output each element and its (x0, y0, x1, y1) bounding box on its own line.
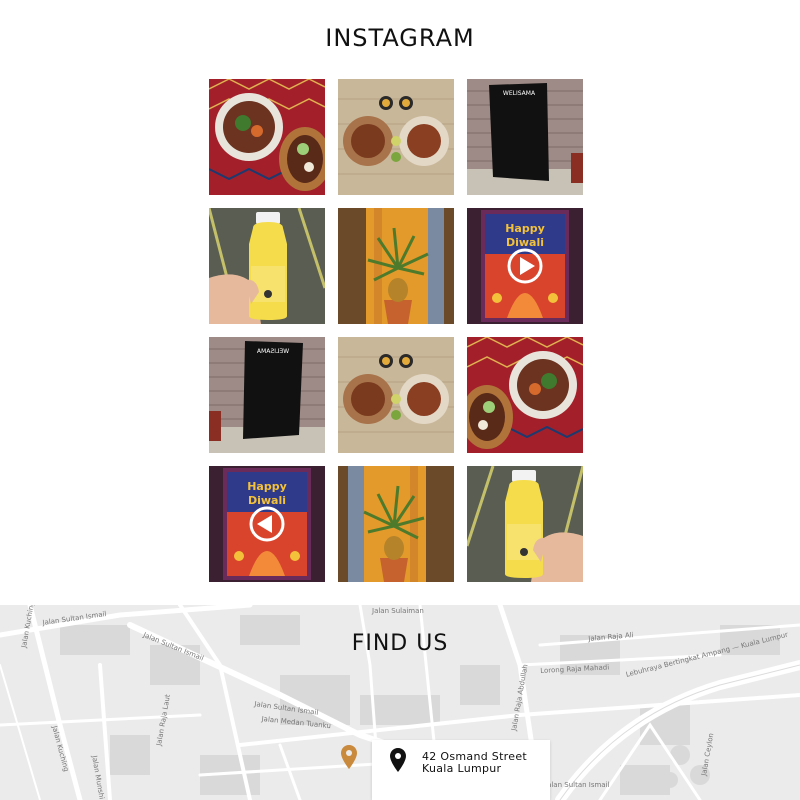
photo-two-bowls (338, 337, 454, 453)
map-pin-icon (390, 748, 406, 772)
instagram-photo[interactable] (338, 79, 454, 195)
street-label: Jalan Sultan Ismail (545, 781, 610, 789)
location-marker-icon[interactable] (341, 745, 357, 769)
photo-pineapple-plant (338, 208, 454, 324)
instagram-photo[interactable] (467, 466, 583, 582)
photo-pineapple-plant (338, 466, 454, 582)
instagram-photo[interactable]: WELISAMA (467, 79, 583, 195)
play-icon[interactable] (209, 466, 325, 582)
play-icon[interactable] (467, 208, 583, 324)
instagram-photo[interactable] (467, 337, 583, 453)
svg-text:WELISAMA: WELISAMA (256, 348, 289, 355)
instagram-heading: INSTAGRAM (325, 24, 475, 52)
instagram-video[interactable]: Happy Diwali (209, 466, 325, 582)
svg-text:WELISAMA: WELISAMA (503, 90, 536, 97)
instagram-grid: WELISAMA Happy Diwali WELISAMA Happy Diw… (209, 79, 584, 582)
address-city: Kuala Lumpur (422, 762, 502, 775)
instagram-photo[interactable] (209, 79, 325, 195)
instagram-photo[interactable] (338, 466, 454, 582)
instagram-photo[interactable] (338, 337, 454, 453)
photo-juice-bottle (209, 208, 325, 324)
photo-food-platter (209, 79, 325, 195)
instagram-video[interactable]: Happy Diwali (467, 208, 583, 324)
find-us-heading: FIND US (351, 631, 449, 656)
instagram-photo[interactable]: WELISAMA (209, 337, 325, 453)
photo-food-platter (467, 337, 583, 453)
instagram-photo[interactable] (209, 208, 325, 324)
photo-chalkboard-sign: WELISAMA (467, 79, 583, 195)
photo-chalkboard-sign: WELISAMA (209, 337, 325, 453)
photo-juice-bottle (467, 466, 583, 582)
photo-two-bowls (338, 79, 454, 195)
address-card: 42 Osmand Street Kuala Lumpur (372, 740, 550, 800)
instagram-photo[interactable] (338, 208, 454, 324)
map[interactable]: Jalan Sultan Ismail Jalan Sultan Ismail … (0, 605, 800, 800)
street-label: Jalan Sulaiman (372, 607, 424, 615)
